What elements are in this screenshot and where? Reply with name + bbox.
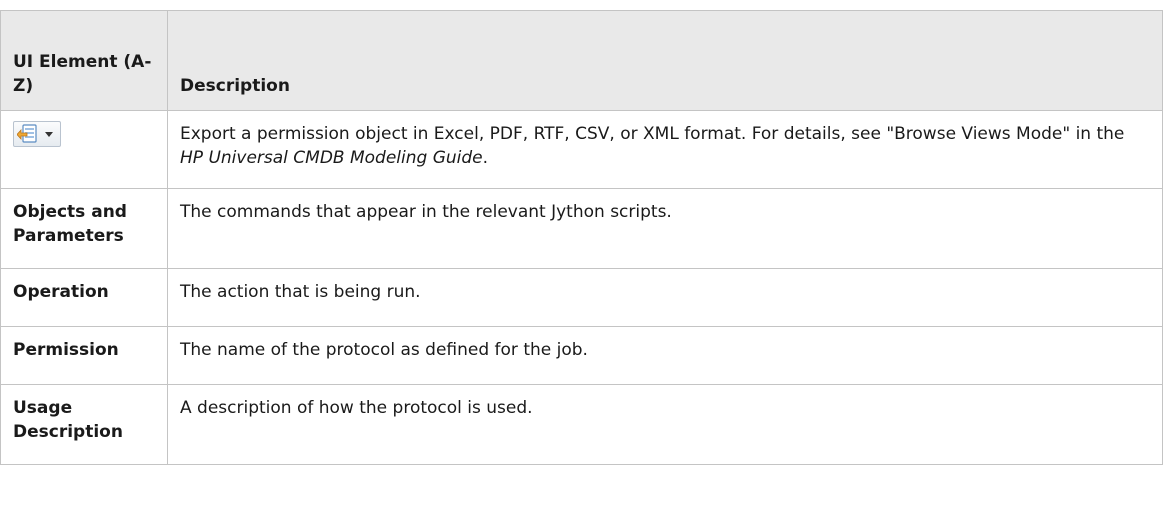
export-button[interactable] xyxy=(13,121,61,147)
element-description: The commands that appear in the relevant… xyxy=(167,188,1163,269)
element-name: Operation xyxy=(0,268,168,327)
table-row: Usage Description A description of how t… xyxy=(0,384,1163,465)
element-name: Permission xyxy=(0,326,168,385)
export-desc-end: . xyxy=(482,148,489,168)
table-row-export: Export a permission object in Excel, PDF… xyxy=(0,110,1163,189)
element-description: The name of the protocol as defined for … xyxy=(167,326,1163,385)
chevron-down-icon[interactable] xyxy=(45,131,53,137)
table-row: Operation The action that is being run. xyxy=(0,268,1163,327)
table-row: Objects and Parameters The commands that… xyxy=(0,188,1163,269)
ui-elements-table: UI Element (A-Z) Description Export a pe… xyxy=(0,10,1163,465)
element-description: The action that is being run. xyxy=(167,268,1163,327)
export-cell xyxy=(0,110,168,189)
export-description: Export a permission object in Excel, PDF… xyxy=(167,110,1163,189)
guide-title: HP Universal CMDB Modeling Guide xyxy=(180,148,483,168)
export-icon xyxy=(17,124,37,143)
header-ui-element: UI Element (A-Z) xyxy=(0,10,168,111)
table-header-row: UI Element (A-Z) Description xyxy=(0,10,1163,111)
table-row: Permission The name of the protocol as d… xyxy=(0,326,1163,385)
element-name: Usage Description xyxy=(0,384,168,465)
element-name: Objects and Parameters xyxy=(0,188,168,269)
header-description: Description xyxy=(167,10,1163,111)
export-desc-text: Export a permission object in Excel, PDF… xyxy=(180,124,1125,144)
element-description: A description of how the protocol is use… xyxy=(167,384,1163,465)
